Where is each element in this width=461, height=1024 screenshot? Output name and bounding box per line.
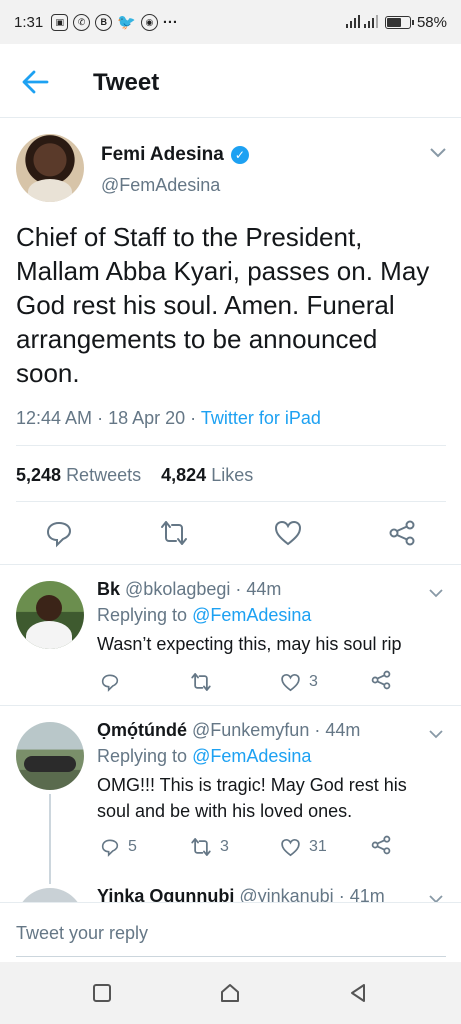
page-title: Tweet [93,69,160,96]
reply-age: · 41m [338,886,385,902]
reply-text: Wasn’t expecting this, may his soul rip [97,634,402,654]
like-count: 3 [309,673,318,690]
retweets-stat[interactable]: 5,248 Retweets [16,465,141,485]
likes-label: Likes [211,465,254,485]
replying-mention-link[interactable]: @FemAdesina [192,746,311,766]
author-name[interactable]: Femi Adesina [101,144,224,166]
reply-header: Bk @bkolagbegi · 44m [97,579,281,600]
status-bar: 1:31 ▣ ✆ B 🐦 ◉ ··· 58% [0,0,461,44]
gallery-icon: ▣ [51,13,69,31]
like-action[interactable]: 31 [280,834,327,860]
verified-badge-icon: ✓ [230,146,249,164]
back-triangle-icon[interactable] [347,982,369,1004]
like-heart-icon [281,838,300,856]
retweet-action[interactable] [190,669,220,695]
replying-label: Replying to [97,605,188,625]
system-navigation-bar [0,962,461,1024]
chevron-down-icon[interactable] [428,726,444,742]
tweet-time: 12:44 AM [16,408,93,428]
back-arrow-icon[interactable] [20,68,50,96]
reply-header: Ọmọ́túndé @Funkemyfun · 44m [97,720,360,741]
reply-author-handle[interactable]: @Funkemyfun [192,720,309,740]
battery-icon [384,15,414,29]
reply-text: OMG!!! This is tragic! May God rest his … [97,775,407,821]
retweet-icon [191,673,211,691]
tweet-actions [0,518,461,554]
like-heart-icon[interactable] [273,518,303,548]
retweet-icon [191,838,211,856]
home-icon[interactable] [219,982,241,1004]
reply-icon [101,674,119,692]
reply-header: Yinka Ogunnubi @yinkanubi · 41m [97,886,385,902]
retweet-count: 3 [220,838,229,855]
divider [16,445,446,446]
chrome-icon: ◉ [140,13,158,31]
share-icon[interactable] [370,834,392,856]
reply-author-handle[interactable]: @bkolagbegi [125,579,230,599]
reply-count: 5 [128,838,137,855]
notification-icons: ▣ ✆ B 🐦 ◉ ··· [51,13,178,31]
retweet-icon[interactable] [159,518,189,548]
chevron-down-icon[interactable] [428,891,444,902]
author-name-row[interactable]: Femi Adesina ✓ [101,144,249,166]
avatar[interactable] [16,722,84,790]
whatsapp-icon: ✆ [73,13,91,31]
divider [16,501,446,502]
recents-square-icon[interactable] [91,982,113,1004]
signal-icon [345,15,378,28]
input-underline [16,956,446,957]
tweet-meta: 12:44 AM · 18 Apr 20 · Twitter for iPad [16,408,321,429]
reply-author-handle[interactable]: @yinkanubi [239,886,333,902]
avatar[interactable] [16,134,84,202]
likes-stat[interactable]: 4,824 Likes [161,465,253,485]
reply-author-name[interactable]: Yinka Ogunnubi [97,886,234,902]
tweet-source-link[interactable]: Twitter for iPad [201,408,321,428]
status-time: 1:31 [14,13,44,31]
reply-icon [101,839,119,857]
likes-count: 4,824 [161,465,207,485]
share-icon[interactable] [387,518,417,548]
replying-to: Replying to @FemAdesina [97,605,311,626]
top-app-bar: Tweet [0,44,461,118]
tweet-date: 18 Apr 20 [108,408,186,428]
author-handle[interactable]: @FemAdesina [101,175,220,196]
reply-composer: Tweet your reply [0,902,461,962]
reply-tweet[interactable]: Ọmọ́túndé @Funkemyfun · 44m Replying to … [0,706,461,884]
retweet-action[interactable]: 3 [190,834,229,860]
tweet-stats: 5,248 Retweets 4,824 Likes [16,465,253,486]
reply-age: · 44m [314,720,361,740]
reply-action[interactable] [100,669,128,695]
twitter-icon: 🐦 [117,14,136,31]
separator-dot: · [190,408,197,428]
replying-mention-link[interactable]: @FemAdesina [192,605,311,625]
reply-action[interactable]: 5 [100,834,137,860]
like-heart-icon [281,673,300,691]
replying-to: Replying to @FemAdesina [97,746,311,767]
b-icon: B [95,13,113,31]
reply-tweet[interactable]: Bk @bkolagbegi · 44m Replying to @FemAde… [0,565,461,705]
chevron-down-icon[interactable] [429,143,447,161]
reply-tweet[interactable]: Yinka Ogunnubi @yinkanubi · 41m [0,884,461,902]
retweets-count: 5,248 [16,465,62,485]
like-count: 31 [309,838,327,855]
avatar[interactable] [16,888,84,902]
retweets-label: Retweets [66,465,142,485]
reply-icon[interactable] [44,518,74,548]
more-notifications-icon: ··· [162,13,178,31]
reply-author-name[interactable]: Bk [97,579,120,599]
reply-input[interactable]: Tweet your reply [16,923,148,944]
reply-author-name[interactable]: Ọmọ́túndé [97,720,187,740]
avatar[interactable] [16,581,84,649]
like-action[interactable]: 3 [280,669,318,695]
tweet-text: Chief of Staff to the President, Mallam … [16,222,430,388]
share-icon[interactable] [370,669,392,691]
reply-age: · 44m [235,579,282,599]
battery-level: 58% [416,13,447,31]
chevron-down-icon[interactable] [428,585,444,601]
thread-line [49,794,51,884]
separator-dot: · [97,408,104,428]
replying-label: Replying to [97,746,188,766]
